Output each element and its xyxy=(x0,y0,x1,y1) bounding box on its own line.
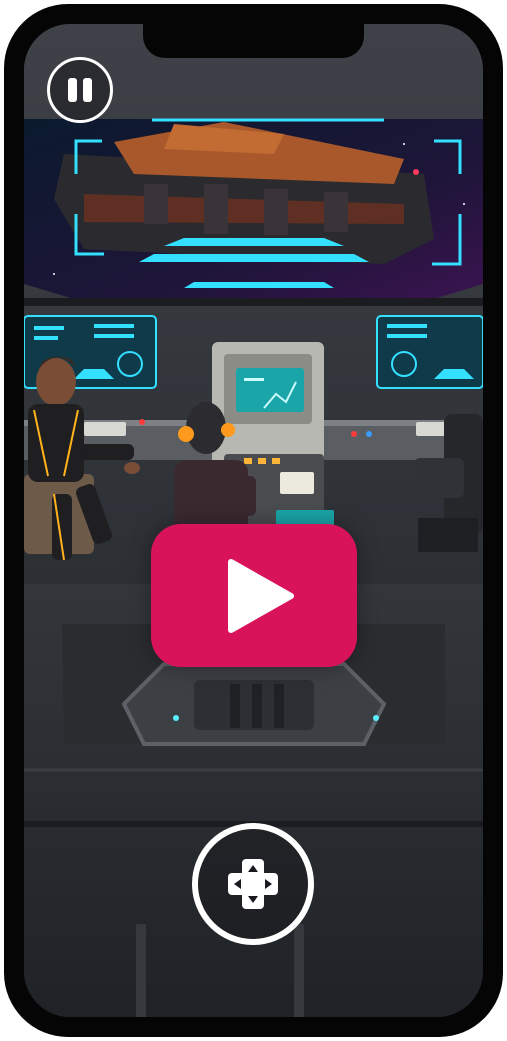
star xyxy=(53,273,55,275)
console-light xyxy=(139,419,145,425)
pause-button[interactable] xyxy=(47,57,113,123)
phone-frame xyxy=(4,4,503,1037)
move-control-button[interactable] xyxy=(192,823,314,945)
dpad-icon xyxy=(228,859,278,909)
phone-notch xyxy=(143,24,364,58)
console-light xyxy=(366,431,372,437)
game-screen xyxy=(24,24,483,1017)
pause-icon-bar xyxy=(83,78,92,102)
star xyxy=(463,203,465,205)
pause-icon xyxy=(68,78,77,102)
play-icon xyxy=(228,559,294,633)
floor-stripe xyxy=(136,924,146,1017)
keyboard-left xyxy=(84,422,126,436)
holo-panel-right xyxy=(376,315,483,389)
console-screen xyxy=(236,368,304,412)
console-light xyxy=(351,431,357,437)
play-button[interactable] xyxy=(151,524,357,667)
star xyxy=(403,143,405,145)
